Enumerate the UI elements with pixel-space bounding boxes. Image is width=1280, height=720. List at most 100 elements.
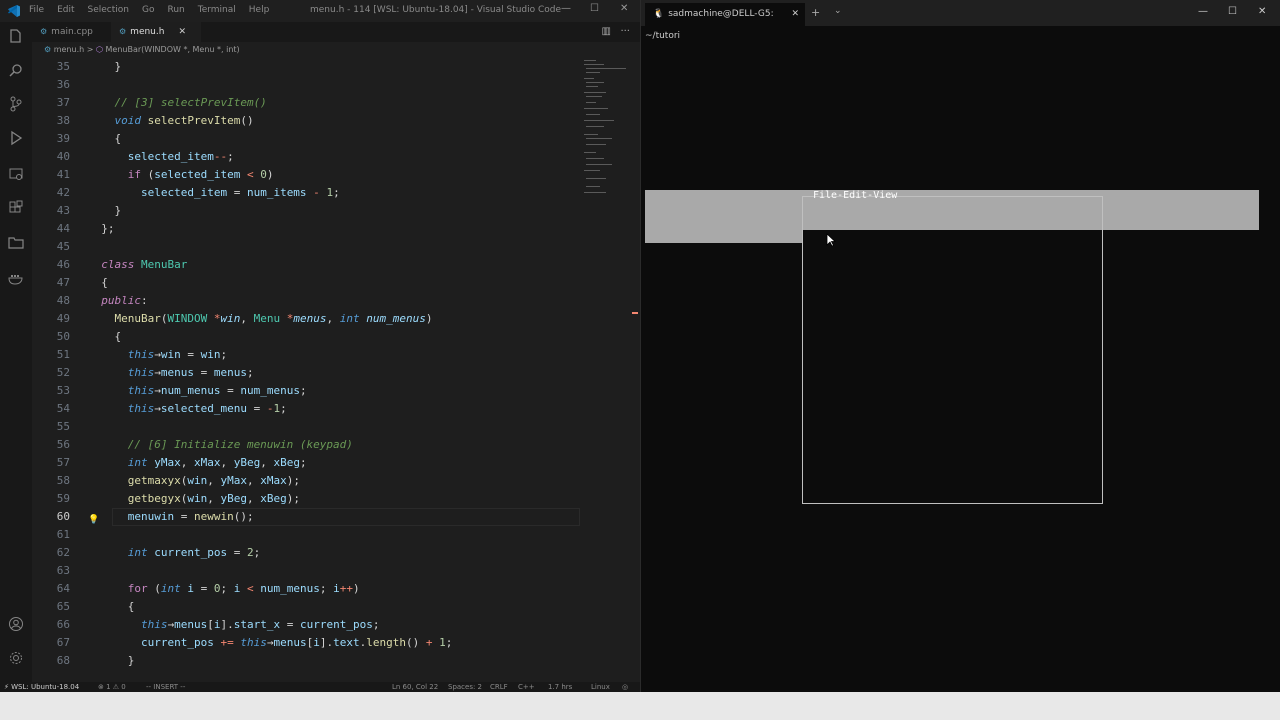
terminal-tab[interactable]: 🐧 sadmachine@DELL-G5: ~/tutori ✕: [645, 3, 805, 41]
close-tab-icon[interactable]: ✕: [178, 27, 186, 37]
code-line[interactable]: 62 int current_pos = 2;: [32, 544, 580, 562]
time-tracker[interactable]: 1.7 hrs: [548, 682, 572, 692]
notifications-icon[interactable]: ◎: [622, 682, 628, 692]
code-line[interactable]: 61: [32, 526, 580, 544]
code-text: }: [88, 652, 135, 670]
code-token: =: [193, 366, 214, 379]
code-line[interactable]: 52 this→menus = menus;: [32, 364, 580, 382]
remote-indicator[interactable]: ⚡ WSL: Ubuntu-18.04: [0, 682, 83, 692]
menu-item[interactable]: Selection: [88, 5, 129, 15]
code-line[interactable]: 45: [32, 238, 580, 256]
code-line[interactable]: 35 }: [32, 58, 580, 76]
code-line[interactable]: 41 if (selected_item < 0): [32, 166, 580, 184]
breadcrumb-symbol[interactable]: MenuBar(WINDOW *, Menu *, int): [106, 45, 240, 54]
code-line[interactable]: 49 MenuBar(WINDOW *win, Menu *menus, int…: [32, 310, 580, 328]
code-line[interactable]: 63: [32, 562, 580, 580]
code-line[interactable]: 57 int yMax, xMax, yBeg, xBeg;: [32, 454, 580, 472]
minimap[interactable]: [580, 58, 632, 682]
code-line[interactable]: 58 getmaxyx(win, yMax, xMax);: [32, 472, 580, 490]
code-line[interactable]: 43 }: [32, 202, 580, 220]
extensions-icon[interactable]: [8, 200, 24, 216]
menu-item[interactable]: Edit: [57, 5, 74, 15]
editor-scrollbar[interactable]: [632, 58, 640, 682]
code-line[interactable]: 38 void selectPrevItem(): [32, 112, 580, 130]
close-tab-icon[interactable]: ✕: [791, 3, 799, 25]
close-icon[interactable]: ✕: [1258, 6, 1266, 17]
settings-gear-icon[interactable]: [8, 650, 24, 666]
os-indicator[interactable]: Linux: [591, 682, 610, 692]
code-token: <: [240, 582, 261, 595]
code-line[interactable]: 65 {: [32, 598, 580, 616]
code-token: int: [88, 456, 148, 469]
source-control-icon[interactable]: [8, 96, 24, 112]
close-icon[interactable]: ✕: [620, 3, 628, 14]
code-token: class: [88, 258, 135, 271]
minimize-icon[interactable]: —: [1198, 6, 1208, 17]
line-number: 48: [56, 294, 70, 307]
code-line[interactable]: 54 this→selected_menu = -1;: [32, 400, 580, 418]
code-line[interactable]: 46 class MenuBar: [32, 256, 580, 274]
run-debug-icon[interactable]: [8, 130, 24, 146]
cursor-position[interactable]: Ln 60, Col 22: [392, 682, 438, 692]
code-token: }: [88, 204, 122, 217]
language-mode[interactable]: C++: [518, 682, 535, 692]
code-token: ;: [445, 636, 453, 649]
maximize-icon[interactable]: ☐: [590, 3, 599, 14]
code-line[interactable]: 66 this→menus[i].start_x = current_pos;: [32, 616, 580, 634]
menu-item[interactable]: Run: [167, 5, 184, 15]
code-token: for: [88, 582, 148, 595]
code-line[interactable]: 53 this→num_menus = num_menus;: [32, 382, 580, 400]
code-line[interactable]: 55: [32, 418, 580, 436]
remote-explorer-icon[interactable]: [8, 166, 24, 182]
chevron-down-icon[interactable]: ⌄: [834, 6, 842, 16]
code-token: (: [140, 168, 155, 181]
tab-main-cpp[interactable]: ⚙ main.cpp: [32, 22, 118, 42]
indentation[interactable]: Spaces: 2: [448, 682, 482, 692]
menu-item[interactable]: Go: [142, 5, 154, 15]
line-number: 40: [56, 150, 70, 163]
problems-indicator[interactable]: ⊗ 1 ⚠ 0: [98, 682, 126, 692]
explorer-icon[interactable]: [8, 28, 24, 44]
code-line[interactable]: 47 {: [32, 274, 580, 292]
docker-icon[interactable]: [8, 270, 24, 286]
tab-menu-h[interactable]: ⚙ menu.h ✕: [111, 22, 201, 42]
folder-icon[interactable]: [8, 234, 24, 250]
code-token: i: [333, 582, 340, 595]
code-editor[interactable]: 35 } 36 37 // [3] selectPrevItem() 38 void …: [32, 58, 580, 682]
menu-item[interactable]: File: [29, 5, 44, 15]
code-line[interactable]: 42 selected_item = num_items - 1;: [32, 184, 580, 202]
code-token: this: [88, 348, 155, 361]
line-number: 66: [56, 618, 70, 631]
code-token: =: [246, 402, 267, 415]
line-number: 50: [56, 330, 70, 343]
code-line[interactable]: 💡 60 menuwin = newwin();: [32, 508, 580, 526]
code-line[interactable]: 37 // [3] selectPrevItem(): [32, 94, 580, 112]
code-line[interactable]: 39 {: [32, 130, 580, 148]
menu-item[interactable]: Help: [249, 5, 270, 15]
code-line[interactable]: 40 selected_item--;: [32, 148, 580, 166]
code-line[interactable]: 56 // [6] Initialize menuwin (keypad): [32, 436, 580, 454]
code-line[interactable]: 68 }: [32, 652, 580, 670]
minimize-icon[interactable]: —: [561, 3, 571, 14]
code-line[interactable]: 64 for (int i = 0; i < num_menus; i++): [32, 580, 580, 598]
code-line[interactable]: 44 };: [32, 220, 580, 238]
account-icon[interactable]: [8, 616, 24, 632]
code-token: =: [174, 510, 194, 523]
line-ending[interactable]: CRLF: [490, 682, 508, 692]
maximize-icon[interactable]: ☐: [1228, 6, 1237, 17]
code-line[interactable]: 50 {: [32, 328, 580, 346]
code-line[interactable]: 36: [32, 76, 580, 94]
breadcrumb-file[interactable]: menu.h: [54, 45, 84, 54]
menu-item[interactable]: Terminal: [198, 5, 236, 15]
more-actions-icon[interactable]: ···: [620, 26, 630, 37]
split-editor-icon[interactable]: ▥: [601, 26, 610, 37]
code-token: win: [160, 348, 181, 361]
code-line[interactable]: 67 current_pos += this→menus[i].text.len…: [32, 634, 580, 652]
line-number: 60: [56, 510, 70, 523]
search-icon[interactable]: [8, 62, 24, 78]
code-line[interactable]: 48 public:: [32, 292, 580, 310]
code-line[interactable]: 59 getbegyx(win, yBeg, xBeg);: [32, 490, 580, 508]
code-line[interactable]: 51 this→win = win;: [32, 346, 580, 364]
code-token: menus: [293, 312, 327, 325]
new-tab-icon[interactable]: +: [811, 6, 820, 19]
